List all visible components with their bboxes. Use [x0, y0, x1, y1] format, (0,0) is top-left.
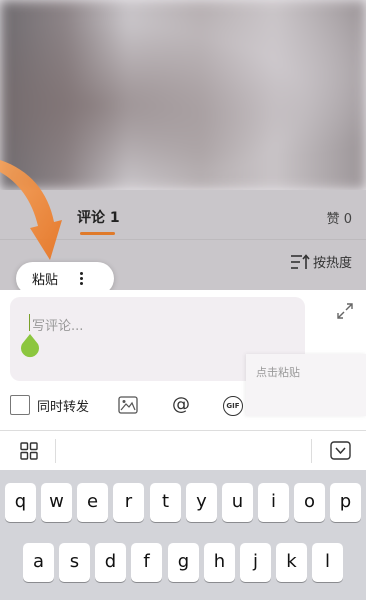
key-q[interactable]: q	[5, 483, 36, 522]
key-y[interactable]: y	[186, 483, 217, 522]
key-u[interactable]: u	[222, 483, 253, 522]
more-vert-icon[interactable]	[80, 272, 84, 285]
text-cursor	[29, 314, 30, 331]
tab-comments[interactable]: 评论 1	[77, 207, 120, 227]
at-icon[interactable]: @	[172, 394, 190, 415]
key-j[interactable]: j	[240, 543, 271, 582]
key-i[interactable]: i	[258, 483, 289, 522]
key-w[interactable]: w	[41, 483, 72, 522]
key-t[interactable]: t	[150, 483, 181, 522]
sort-label: 按热度	[312, 256, 352, 271]
key-r[interactable]: r	[113, 483, 144, 522]
image-icon[interactable]	[118, 396, 138, 414]
key-s[interactable]: s	[59, 543, 90, 582]
expand-icon[interactable]	[337, 303, 353, 319]
key-k[interactable]: k	[276, 543, 307, 582]
key-e[interactable]: e	[77, 483, 108, 522]
click-paste-tip[interactable]: 点击粘贴	[246, 354, 366, 416]
key-l[interactable]: l	[312, 543, 343, 582]
keyboard-toolbar	[0, 430, 366, 470]
gif-icon[interactable]: GIF	[223, 396, 243, 416]
paste-tip-label: 点击粘贴	[256, 366, 300, 379]
toolbar-divider	[311, 439, 312, 463]
repost-checkbox[interactable]	[10, 395, 30, 415]
tab-likes[interactable]: 赞 0	[327, 208, 352, 227]
key-g[interactable]: g	[168, 543, 199, 582]
cursor-handle-icon[interactable]	[20, 334, 40, 358]
key-h[interactable]: h	[204, 543, 235, 582]
key-d[interactable]: d	[95, 543, 126, 582]
soft-keyboard: q w e r t y u i o p a s d f g h j k l	[0, 470, 366, 600]
key-a[interactable]: a	[23, 543, 54, 582]
key-f[interactable]: f	[131, 543, 162, 582]
key-o[interactable]: o	[294, 483, 325, 522]
arrow-pointer-icon	[0, 160, 62, 260]
key-p[interactable]: p	[330, 483, 361, 522]
paste-button[interactable]: 粘贴	[32, 269, 58, 288]
comment-placeholder: 写评论...	[32, 319, 84, 334]
tab-active-indicator	[80, 232, 115, 235]
repost-label: 同时转发	[37, 400, 90, 415]
comment-composer: 写评论... 点击粘贴 同时转发 @ GIF	[0, 290, 366, 430]
sort-icon	[290, 253, 310, 269]
hide-keyboard-icon[interactable]	[330, 441, 351, 460]
sort-by-hot-button[interactable]: 按热度	[290, 252, 352, 271]
toolbar-divider	[55, 439, 56, 463]
grid-icon[interactable]	[20, 442, 38, 460]
